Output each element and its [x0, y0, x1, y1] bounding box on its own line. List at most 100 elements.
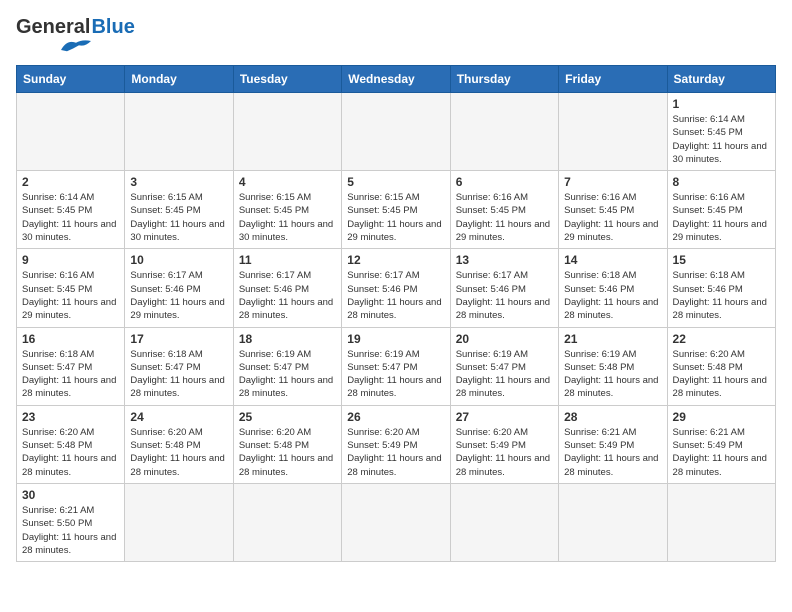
calendar-cell: 25 Sunrise: 6:20 AMSunset: 5:48 PMDayligh…: [233, 405, 341, 483]
day-number: 15: [673, 253, 770, 267]
calendar-cell: 21 Sunrise: 6:19 AMSunset: 5:48 PMDayligh…: [559, 327, 667, 405]
calendar-cell: 8Sunrise: 6:16 AMSunset: 5:45 PMDaylight…: [667, 171, 775, 249]
header-row: SundayMondayTuesdayWednesdayThursdayFrid…: [17, 66, 776, 93]
calendar-cell: [559, 483, 667, 561]
day-number: 11: [239, 253, 336, 267]
bird-icon: [58, 37, 94, 57]
day-info: Sunrise: 6:21 AMSunset: 5:49 PMDaylight:…: [564, 426, 661, 479]
calendar-cell: 12Sunrise: 6:17 AMSunset: 5:46 PMDayligh…: [342, 249, 450, 327]
day-info: Sunrise: 6:20 AMSunset: 5:48 PMDaylight:…: [22, 426, 119, 479]
day-info: Sunrise: 6:21 AMSunset: 5:49 PMDaylight:…: [673, 426, 770, 479]
calendar-cell: 6 Sunrise: 6:16 AMSunset: 5:45 PMDaylight…: [450, 171, 558, 249]
week-row-0: 1 Sunrise: 6:14 AMSunset: 5:45 PMDaylight…: [17, 93, 776, 171]
calendar-cell: 4 Sunrise: 6:15 AMSunset: 5:45 PMDaylight…: [233, 171, 341, 249]
calendar-cell: 18 Sunrise: 6:19 AMSunset: 5:47 PMDayligh…: [233, 327, 341, 405]
day-info: Sunrise: 6:14 AMSunset: 5:45 PMDaylight:…: [673, 113, 770, 166]
col-header-tuesday: Tuesday: [233, 66, 341, 93]
calendar-cell: [342, 483, 450, 561]
calendar-cell: 22 Sunrise: 6:20 AMSunset: 5:48 PMDayligh…: [667, 327, 775, 405]
day-info: Sunrise: 6:18 AMSunset: 5:47 PMDaylight:…: [22, 348, 119, 401]
day-number: 25: [239, 410, 336, 424]
calendar-cell: [342, 93, 450, 171]
logo-general-text: General: [16, 16, 90, 39]
day-number: 18: [239, 332, 336, 346]
calendar-cell: 15 Sunrise: 6:18 AMSunset: 5:46 PMDayligh…: [667, 249, 775, 327]
day-number: 19: [347, 332, 444, 346]
calendar-cell: 27 Sunrise: 6:20 AMSunset: 5:49 PMDayligh…: [450, 405, 558, 483]
col-header-friday: Friday: [559, 66, 667, 93]
day-number: 17: [130, 332, 227, 346]
col-header-thursday: Thursday: [450, 66, 558, 93]
week-row-4: 23 Sunrise: 6:20 AMSunset: 5:48 PMDayligh…: [17, 405, 776, 483]
day-info: Sunrise: 6:17 AMSunset: 5:46 PMDaylight:…: [456, 269, 553, 322]
day-info: Sunrise: 6:18 AMSunset: 5:46 PMDaylight:…: [673, 269, 770, 322]
day-number: 22: [673, 332, 770, 346]
day-number: 23: [22, 410, 119, 424]
day-info: Sunrise: 6:21 AMSunset: 5:50 PMDaylight:…: [22, 504, 119, 557]
col-header-monday: Monday: [125, 66, 233, 93]
day-number: 6: [456, 175, 553, 189]
col-header-sunday: Sunday: [17, 66, 125, 93]
day-number: 30: [22, 488, 119, 502]
calendar-cell: [125, 483, 233, 561]
calendar-cell: 16 Sunrise: 6:18 AMSunset: 5:47 PMDayligh…: [17, 327, 125, 405]
col-header-wednesday: Wednesday: [342, 66, 450, 93]
day-info: Sunrise: 6:20 AMSunset: 5:48 PMDaylight:…: [239, 426, 336, 479]
calendar-cell: [233, 93, 341, 171]
calendar-cell: 29 Sunrise: 6:21 AMSunset: 5:49 PMDayligh…: [667, 405, 775, 483]
day-number: 5: [347, 175, 444, 189]
day-info: Sunrise: 6:19 AMSunset: 5:47 PMDaylight:…: [239, 348, 336, 401]
header: General Blue: [16, 16, 776, 57]
day-number: 7: [564, 175, 661, 189]
day-info: Sunrise: 6:15 AMSunset: 5:45 PMDaylight:…: [239, 191, 336, 244]
day-number: 10: [130, 253, 227, 267]
calendar-cell: 28 Sunrise: 6:21 AMSunset: 5:49 PMDayligh…: [559, 405, 667, 483]
day-number: 1: [673, 97, 770, 111]
calendar-cell: [559, 93, 667, 171]
day-number: 29: [673, 410, 770, 424]
day-number: 12: [347, 253, 444, 267]
day-info: Sunrise: 6:18 AMSunset: 5:46 PMDaylight:…: [564, 269, 661, 322]
day-number: 9: [22, 253, 119, 267]
calendar-cell: 3Sunrise: 6:15 AMSunset: 5:45 PMDaylight…: [125, 171, 233, 249]
day-info: Sunrise: 6:20 AMSunset: 5:49 PMDaylight:…: [347, 426, 444, 479]
week-row-3: 16 Sunrise: 6:18 AMSunset: 5:47 PMDayligh…: [17, 327, 776, 405]
calendar-cell: 30 Sunrise: 6:21 AMSunset: 5:50 PMDayligh…: [17, 483, 125, 561]
day-number: 27: [456, 410, 553, 424]
day-number: 21: [564, 332, 661, 346]
day-info: Sunrise: 6:18 AMSunset: 5:47 PMDaylight:…: [130, 348, 227, 401]
calendar-cell: 20Sunrise: 6:19 AMSunset: 5:47 PMDayligh…: [450, 327, 558, 405]
calendar-cell: 7Sunrise: 6:16 AMSunset: 5:45 PMDaylight…: [559, 171, 667, 249]
day-info: Sunrise: 6:19 AMSunset: 5:47 PMDaylight:…: [347, 348, 444, 401]
day-number: 26: [347, 410, 444, 424]
calendar-cell: 19 Sunrise: 6:19 AMSunset: 5:47 PMDayligh…: [342, 327, 450, 405]
calendar-cell: [233, 483, 341, 561]
calendar-cell: [450, 483, 558, 561]
day-info: Sunrise: 6:20 AMSunset: 5:48 PMDaylight:…: [130, 426, 227, 479]
day-info: Sunrise: 6:16 AMSunset: 5:45 PMDaylight:…: [673, 191, 770, 244]
day-info: Sunrise: 6:17 AMSunset: 5:46 PMDaylight:…: [130, 269, 227, 322]
day-number: 28: [564, 410, 661, 424]
calendar-cell: 11Sunrise: 6:17 AMSunset: 5:46 PMDayligh…: [233, 249, 341, 327]
calendar-cell: 10 Sunrise: 6:17 AMSunset: 5:46 PMDayligh…: [125, 249, 233, 327]
col-header-saturday: Saturday: [667, 66, 775, 93]
logo: General Blue: [16, 16, 135, 57]
day-number: 2: [22, 175, 119, 189]
calendar-cell: 1 Sunrise: 6:14 AMSunset: 5:45 PMDaylight…: [667, 93, 775, 171]
calendar-cell: 2 Sunrise: 6:14 AMSunset: 5:45 PMDaylight…: [17, 171, 125, 249]
day-info: Sunrise: 6:16 AMSunset: 5:45 PMDaylight:…: [456, 191, 553, 244]
day-info: Sunrise: 6:19 AMSunset: 5:48 PMDaylight:…: [564, 348, 661, 401]
calendar-cell: [125, 93, 233, 171]
day-info: Sunrise: 6:16 AMSunset: 5:45 PMDaylight:…: [22, 269, 119, 322]
day-number: 4: [239, 175, 336, 189]
calendar-table: SundayMondayTuesdayWednesdayThursdayFrid…: [16, 65, 776, 562]
calendar-cell: 23 Sunrise: 6:20 AMSunset: 5:48 PMDayligh…: [17, 405, 125, 483]
calendar-cell: 14Sunrise: 6:18 AMSunset: 5:46 PMDayligh…: [559, 249, 667, 327]
day-number: 16: [22, 332, 119, 346]
calendar-cell: 17 Sunrise: 6:18 AMSunset: 5:47 PMDayligh…: [125, 327, 233, 405]
day-info: Sunrise: 6:20 AMSunset: 5:48 PMDaylight:…: [673, 348, 770, 401]
day-info: Sunrise: 6:20 AMSunset: 5:49 PMDaylight:…: [456, 426, 553, 479]
calendar-cell: 13Sunrise: 6:17 AMSunset: 5:46 PMDayligh…: [450, 249, 558, 327]
calendar-cell: 26 Sunrise: 6:20 AMSunset: 5:49 PMDayligh…: [342, 405, 450, 483]
day-info: Sunrise: 6:14 AMSunset: 5:45 PMDaylight:…: [22, 191, 119, 244]
